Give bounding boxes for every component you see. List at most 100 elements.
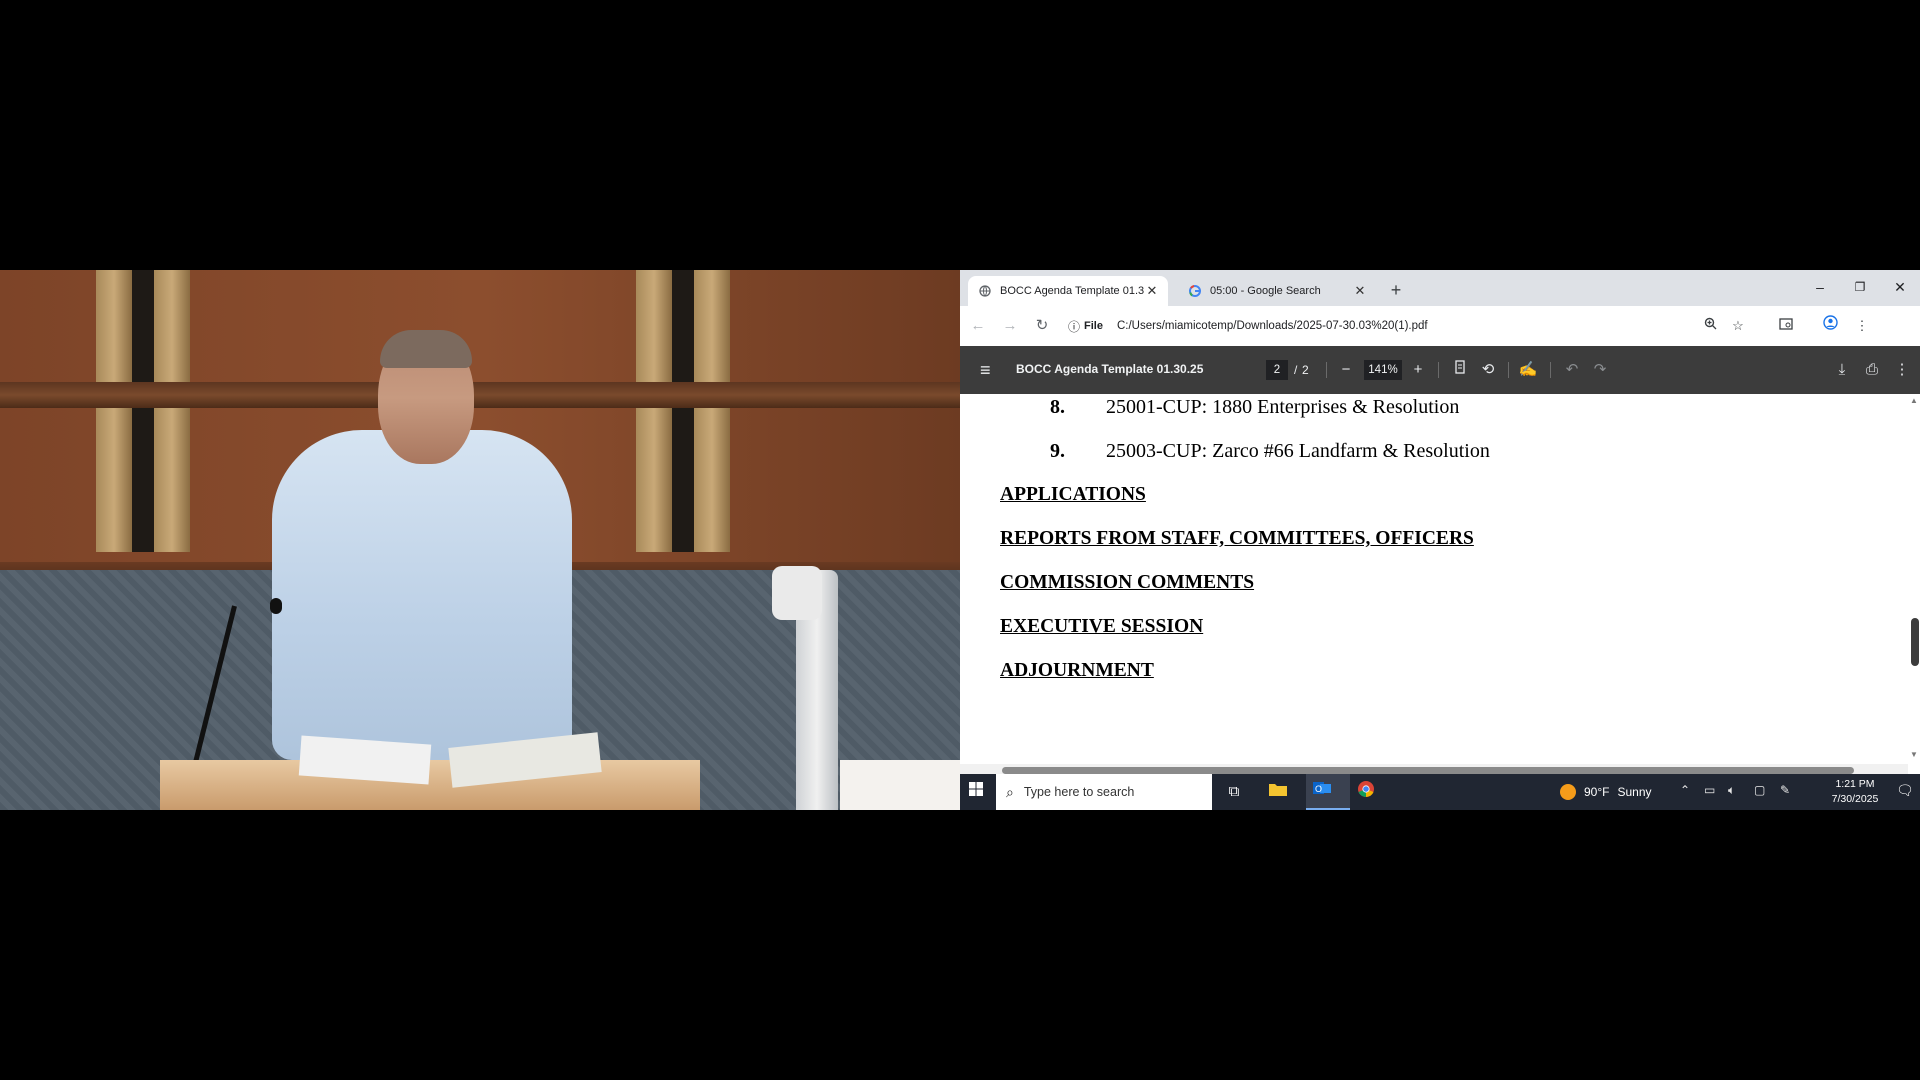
vertical-scrollbar[interactable] [1908,394,1920,766]
file-explorer-icon[interactable] [1264,780,1292,804]
section-heading-adjournment: ADJOURNMENT [1000,660,1154,681]
minimize-button[interactable]: – [1800,270,1840,306]
wall-accent-strip [96,270,132,552]
hamburger-menu-icon[interactable]: ≡ [980,358,991,382]
bookmark-star-icon[interactable]: ☆ [1726,314,1750,338]
microphone [270,598,282,614]
address-bar: ← → ↻ ⓘ File C:/Users/miamicotemp/Downlo… [960,306,1920,347]
notification-icon[interactable]: 🗨︎ [1896,782,1914,799]
print-icon[interactable]: ⎙ [1860,358,1884,382]
tab-title: BOCC Agenda Template 01.30. [1000,285,1144,297]
speaker-body [272,430,572,760]
tab-close-icon[interactable]: ✕ [1144,283,1160,299]
windows-taskbar: ⌕ Type here to search ⧉ O 90°F Sunny ⌃ ▭… [960,774,1920,810]
vertical-scrollbar-thumb[interactable] [1911,618,1919,666]
clock-date: 7/30/2025 [1831,793,1879,805]
tab-close-icon[interactable]: ✕ [1352,283,1368,299]
scroll-up-arrow-icon[interactable]: ▲ [1910,396,1918,405]
zoom-out-icon[interactable]: − [1334,358,1358,382]
wall-accent-strip [672,270,694,552]
chevron-up-icon[interactable]: ⌃ [1680,783,1690,797]
section-heading-reports: REPORTS FROM STAFF, COMMITTEES, OFFICERS [1000,528,1474,549]
agenda-item-number: 9. [1050,440,1065,462]
section-heading-applications: APPLICATIONS [1000,484,1146,505]
page-separator: / [1294,363,1298,377]
wall-accent-strip [154,270,190,552]
lectern [160,760,700,810]
tab-bar: BOCC Agenda Template 01.30. ✕ 05:00 - Go… [960,270,1920,306]
sun-icon [1560,784,1576,800]
agenda-item-number: 8. [1050,396,1065,418]
section-heading-commission-comments: COMMISSION COMMENTS [1000,572,1255,593]
toolbar-divider [1550,362,1551,378]
pen-icon[interactable]: ✎ [1780,783,1790,797]
restore-button[interactable]: ❐ [1840,270,1880,306]
weather-condition: Sunny [1617,785,1652,799]
wall-accent-strip [694,270,730,552]
taskbar-clock[interactable]: 1:21 PM 7/30/2025 [1820,777,1890,807]
chrome-icon[interactable] [1352,780,1380,804]
clock-time: 1:21 PM [1835,778,1875,790]
fit-page-icon[interactable] [1448,358,1472,382]
pdf-more-icon[interactable]: ⋮ [1890,358,1914,382]
display-icon[interactable]: ▢ [1754,783,1765,797]
pdf-title: BOCC Agenda Template 01.30.25 [1016,362,1204,376]
reload-icon[interactable]: ↻ [1030,314,1054,338]
toolbar-divider [1326,362,1327,378]
desk-surface [840,760,960,810]
zoom-in-icon[interactable]: + [1406,358,1430,382]
google-g-icon [1188,284,1202,298]
weather-temperature: 90°F [1584,785,1610,799]
windows-start-icon[interactable] [966,782,986,802]
zoom-level-input[interactable]: 141% [1364,360,1402,380]
rotate-icon[interactable]: ⟲ [1476,358,1500,382]
weather-widget[interactable]: 90°F Sunny [1560,784,1652,800]
page-number-input[interactable]: 2 [1266,360,1288,380]
speaker-hair [380,330,472,368]
url-text: C:/Users/miamicotemp/Downloads/2025-07-3… [1116,320,1428,332]
pdf-page: 8. 25001-CUP: 1880 Enterprises & Resolut… [960,394,1908,758]
back-arrow-icon[interactable]: ← [966,314,990,338]
annotate-pen-icon[interactable]: ✍ [1516,358,1540,382]
globe-icon [978,284,992,298]
scroll-down-arrow-icon[interactable]: ▼ [1910,750,1918,759]
pdf-toolbar: ≡ BOCC Agenda Template 01.30.25 2 / 2 − … [960,346,1920,394]
taskbar-search-input[interactable]: ⌕ Type here to search [996,774,1212,810]
download-icon[interactable]: ⤓ [1830,358,1854,382]
redo-icon[interactable]: ↷ [1588,358,1612,382]
document-camera-head [772,566,822,620]
search-icon: ⌕ [1006,783,1014,800]
url-scheme-label: File [1084,320,1103,332]
zoom-icon[interactable] [1698,314,1722,338]
wall-rail [0,382,960,408]
section-heading-executive-session: EXECUTIVE SESSION [1000,616,1204,637]
close-window-button[interactable]: ✕ [1880,270,1920,306]
task-view-icon[interactable]: ⧉ [1220,780,1248,804]
agenda-item-text: 25003-CUP: Zarco #66 Landfarm & Resoluti… [1106,440,1490,462]
undo-icon[interactable]: ↶ [1560,358,1584,382]
tab-title: 05:00 - Google Search [1210,285,1321,297]
kebab-menu-icon[interactable]: ⋮ [1850,314,1874,338]
tab-search-icon[interactable] [1774,314,1798,338]
page-total: 2 [1302,363,1309,377]
volume-icon[interactable]: 🔈︎ [1728,783,1735,798]
toolbar-divider [1508,362,1509,378]
agenda-item-text: 25001-CUP: 1880 Enterprises & Resolution [1106,396,1460,418]
horizontal-scrollbar-thumb[interactable] [1002,767,1854,774]
network-icon[interactable]: ▭ [1704,783,1715,797]
info-icon[interactable]: ⓘ [1068,318,1080,335]
tab-google-search[interactable]: 05:00 - Google Search ✕ [1178,276,1376,306]
forward-arrow-icon[interactable]: → [998,314,1022,338]
search-placeholder: Type here to search [1023,785,1135,799]
camera-video-feed [0,270,960,810]
tab-bocc-agenda[interactable]: BOCC Agenda Template 01.30. ✕ [968,276,1168,306]
outlook-icon[interactable]: O [1308,780,1336,804]
url-field[interactable]: ⓘ File C:/Users/miamicotemp/Downloads/20… [1068,312,1588,340]
new-tab-button[interactable]: + [1384,278,1408,302]
wall-accent-strip [636,270,672,552]
svg-text:O: O [1315,784,1322,794]
wall-accent-strip [132,270,154,552]
browser-window: BOCC Agenda Template 01.30. ✕ 05:00 - Go… [960,270,1920,810]
profile-icon[interactable] [1818,314,1842,338]
plus-icon: + [1390,280,1402,300]
